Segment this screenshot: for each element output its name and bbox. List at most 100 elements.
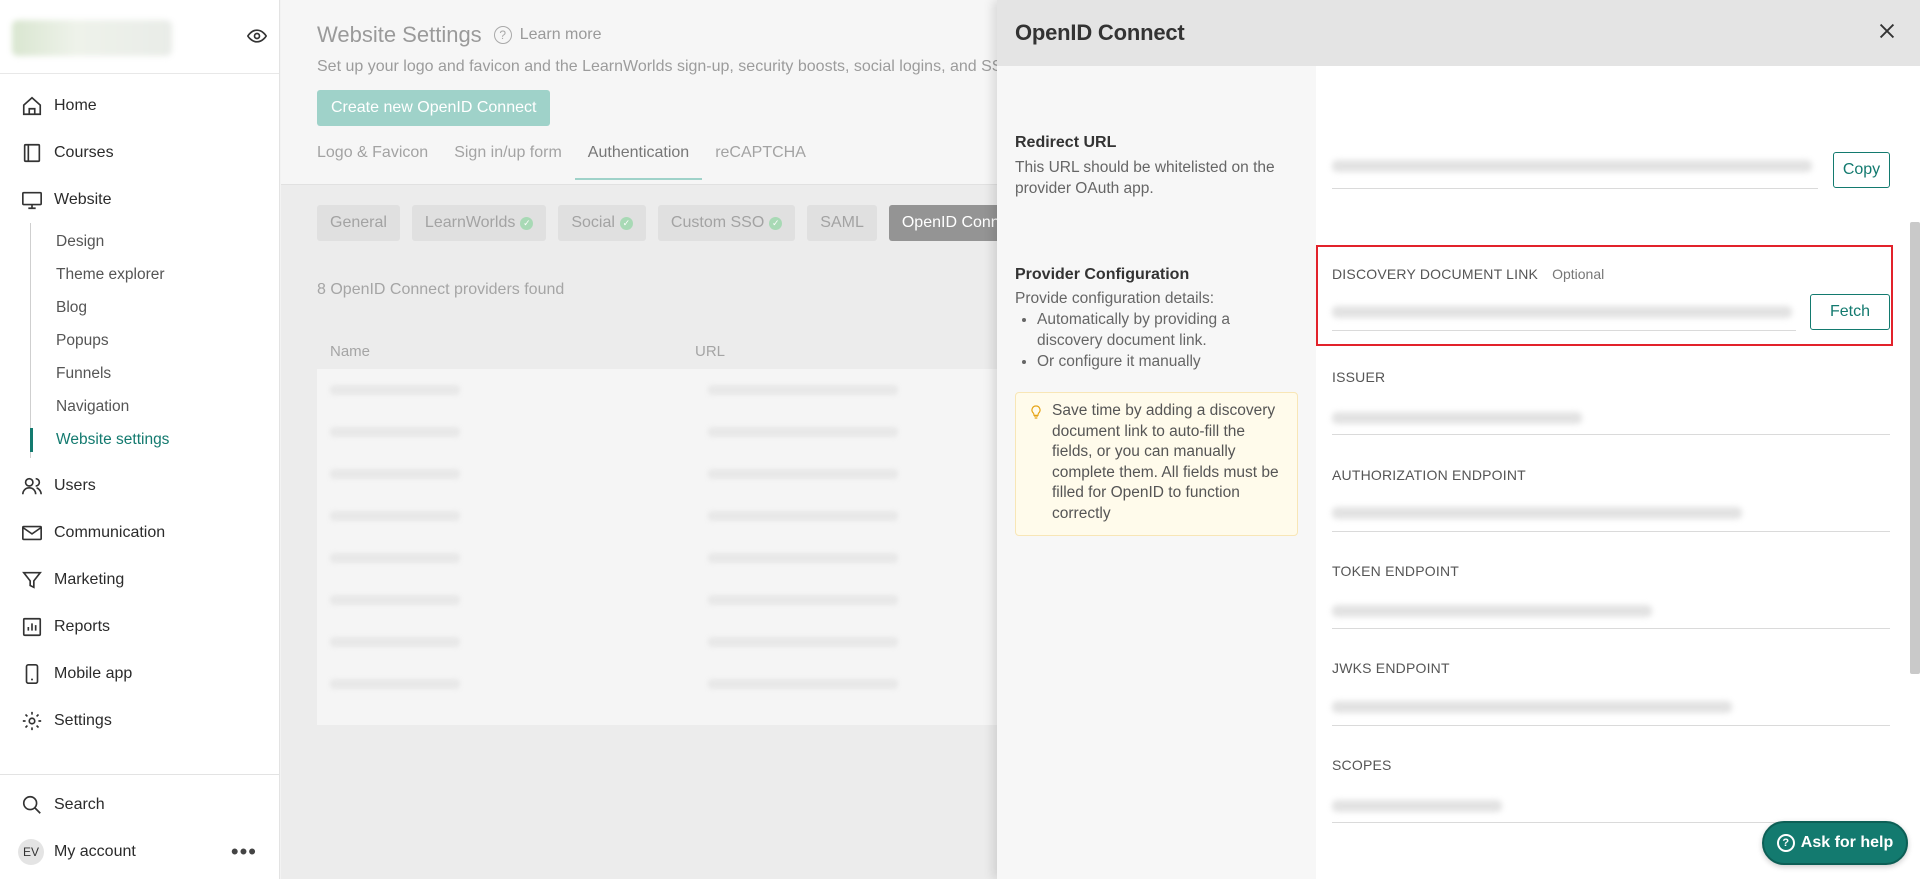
question-icon[interactable]: ?: [493, 26, 512, 44]
redacted-name: [330, 427, 460, 437]
redacted-url: [708, 469, 898, 479]
ask-help-label: Ask for help: [1800, 834, 1894, 851]
learn-more-link[interactable]: Learn more: [520, 26, 602, 44]
jwks-endpoint-input[interactable]: [1332, 701, 1732, 713]
nav-item-marketing[interactable]: Marketing: [0, 556, 279, 603]
redacted-url: [708, 385, 898, 395]
tab-recaptcha[interactable]: reCAPTCHA: [702, 144, 819, 180]
chip-label: Social: [571, 214, 615, 231]
copy-button[interactable]: Copy: [1833, 152, 1890, 188]
chip-custom-sso[interactable]: Custom SSO ✓: [657, 205, 796, 241]
subnav-item-design[interactable]: Design: [31, 225, 279, 258]
redirect-url-underline: [1332, 188, 1818, 189]
users-icon: [20, 474, 44, 498]
drawer-info-column: Redirect URL This URL should be whitelis…: [997, 66, 1316, 879]
provider-config-list: Automatically by providing a discovery d…: [1019, 309, 1289, 372]
drawer-header: OpenID Connect: [997, 0, 1920, 66]
nav-label: Search: [54, 795, 105, 813]
tab-authentication[interactable]: Authentication: [574, 144, 703, 180]
tip-callout: Save time by adding a discovery document…: [1015, 392, 1298, 536]
authorization-endpoint-input[interactable]: [1332, 507, 1742, 519]
discovery-label: DISCOVERY DOCUMENT LINK Optional: [1332, 266, 1604, 282]
gear-icon: [20, 709, 44, 733]
sidebar: Home Courses Website Design Theme explor…: [0, 0, 280, 879]
tip-text: Save time by adding a discovery document…: [1052, 402, 1279, 522]
nav-item-reports[interactable]: Reports: [0, 603, 279, 650]
fetch-button[interactable]: Fetch: [1810, 294, 1890, 330]
nav-item-settings[interactable]: Settings: [0, 697, 279, 744]
chip-learnworlds[interactable]: LearnWorlds ✓: [411, 205, 547, 241]
jwks-endpoint-underline: [1332, 725, 1890, 726]
check-icon: ✓: [769, 216, 783, 230]
drawer-scrollbar[interactable]: [1910, 222, 1920, 674]
nav-item-home[interactable]: Home: [0, 82, 279, 129]
tab-sign-in-up-form[interactable]: Sign in/up form: [441, 144, 575, 180]
mobile-icon: [20, 662, 44, 686]
search-icon: [20, 793, 44, 817]
redirect-url-value: [1332, 160, 1812, 172]
close-icon[interactable]: [1876, 20, 1898, 42]
nav-label: Mobile app: [54, 664, 133, 682]
school-logo[interactable]: [12, 20, 172, 56]
provider-config-title: Provider Configuration: [1015, 266, 1190, 283]
ask-for-help-button[interactable]: ? Ask for help: [1762, 821, 1908, 865]
chip-general[interactable]: General: [317, 205, 400, 241]
redacted-name: [330, 679, 460, 689]
authorization-endpoint-label: AUTHORIZATION ENDPOINT: [1332, 467, 1526, 483]
secondary-nav: Users Communication Marketing Reports Mo…: [0, 458, 279, 744]
subnav-item-theme-explorer[interactable]: Theme explorer: [31, 258, 279, 291]
nav-item-mobile-app[interactable]: Mobile app: [0, 650, 279, 697]
optional-tag: Optional: [1552, 266, 1605, 282]
eye-icon[interactable]: [247, 26, 267, 46]
nav-item-communication[interactable]: Communication: [0, 509, 279, 556]
avatar: EV: [18, 838, 44, 865]
issuer-input[interactable]: [1332, 412, 1582, 424]
subnav-item-funnels[interactable]: Funnels: [31, 357, 279, 390]
chip-label: SAML: [820, 214, 864, 231]
discovery-label-text: DISCOVERY DOCUMENT LINK: [1332, 266, 1539, 282]
subnav-item-website-settings[interactable]: Website settings: [31, 423, 279, 456]
subnav-item-blog[interactable]: Blog: [31, 291, 279, 324]
monitor-icon: [20, 188, 44, 212]
subnav-item-popups[interactable]: Popups: [31, 324, 279, 357]
redacted-url: [708, 595, 898, 605]
drawer-form-column: Copy DISCOVERY DOCUMENT LINK Optional Fet…: [1316, 66, 1920, 879]
column-header-name: Name: [330, 342, 371, 360]
mail-icon: [20, 521, 44, 545]
discovery-underline: [1332, 330, 1796, 331]
redacted-url: [708, 511, 898, 521]
redacted-url: [708, 679, 898, 689]
discovery-document-input[interactable]: [1332, 306, 1792, 318]
chip-saml[interactable]: SAML: [807, 205, 877, 241]
scopes-input[interactable]: [1332, 800, 1502, 812]
provider-config-description: Provide configuration details:: [1015, 290, 1215, 307]
nav-label: Marketing: [54, 570, 125, 588]
redacted-url: [708, 553, 898, 563]
nav-item-search[interactable]: Search: [0, 781, 279, 828]
redacted-name: [330, 637, 460, 647]
subnav-item-navigation[interactable]: Navigation: [31, 390, 279, 423]
main-nav: Home Courses Website: [0, 74, 279, 223]
sidebar-footer: Search EV My account •••: [0, 774, 279, 875]
token-endpoint-input[interactable]: [1332, 605, 1652, 617]
nav-item-users[interactable]: Users: [0, 462, 279, 509]
funnel-icon: [20, 568, 44, 592]
chip-label: General: [330, 214, 387, 231]
chip-social[interactable]: Social ✓: [558, 205, 646, 241]
chip-label: Custom SSO: [670, 214, 765, 231]
nav-item-my-account[interactable]: EV My account •••: [0, 828, 279, 875]
nav-label: My account: [54, 842, 136, 860]
home-icon: [20, 94, 44, 118]
more-options-icon[interactable]: •••: [231, 839, 257, 865]
nav-item-website[interactable]: Website: [0, 176, 279, 223]
list-item: Automatically by providing a discovery d…: [1037, 309, 1289, 351]
token-endpoint-underline: [1332, 628, 1890, 629]
page-title-text: Website Settings: [317, 22, 482, 47]
website-subnav: Design Theme explorer Blog Popups Funnel…: [30, 223, 279, 458]
create-openid-button[interactable]: Create new OpenID Connect: [317, 90, 551, 126]
nav-item-courses[interactable]: Courses: [0, 129, 279, 176]
authorization-endpoint-underline: [1332, 531, 1890, 532]
nav-label: Communication: [54, 523, 166, 541]
jwks-endpoint-label: JWKS ENDPOINT: [1332, 660, 1450, 676]
tab-logo-favicon[interactable]: Logo & Favicon: [317, 144, 441, 180]
